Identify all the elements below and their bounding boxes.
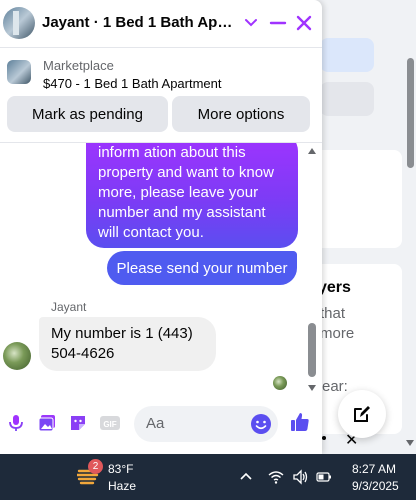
sticker-icon[interactable] (68, 413, 88, 433)
chevron-up-icon[interactable] (238, 469, 254, 485)
mark-as-pending-button[interactable]: Mark as pending (7, 96, 168, 132)
background-text-3: ear: (322, 378, 348, 395)
svg-text:GIF: GIF (103, 420, 116, 429)
background-button-secondary[interactable] (320, 82, 374, 116)
scroll-down-arrow-icon[interactable] (308, 385, 316, 391)
message-input[interactable]: Aa (134, 406, 278, 442)
message-line: property and want to know (98, 164, 274, 181)
chat-window: Jayant · 1 Bed 1 Bath Apart… Marketplace… (0, 0, 322, 454)
listing-avatar[interactable] (3, 7, 35, 39)
chat-scrollbar-thumb[interactable] (308, 323, 316, 377)
background-button-primary[interactable] (320, 38, 374, 72)
background-card (312, 150, 402, 248)
scroll-down-arrow-icon[interactable] (406, 440, 414, 446)
message-line: inform ation about this (98, 144, 246, 161)
background-text-1: that (320, 305, 346, 322)
background-text-2: more (320, 325, 355, 342)
chat-title[interactable]: Jayant · 1 Bed 1 Bath Apart… (42, 14, 238, 31)
message-line: 504-4626 (51, 345, 115, 362)
listing-info[interactable]: Marketplace $470 - 1 Bed 1 Bath Apartmen… (0, 49, 322, 93)
gif-icon[interactable]: GIF (99, 413, 121, 433)
chat-scrollbar[interactable] (306, 143, 318, 398)
background-dot (322, 436, 326, 440)
minimize-icon[interactable] (269, 14, 287, 32)
sender-name: Jayant (51, 300, 87, 314)
message-list[interactable]: inform ation about this property and wan… (0, 143, 322, 398)
listing-marketplace-label: Marketplace (43, 58, 114, 73)
more-options-button[interactable]: More options (172, 96, 310, 132)
photo-icon[interactable] (37, 413, 57, 433)
listing-title: $470 - 1 Bed 1 Bath Apartment (43, 76, 222, 91)
outgoing-message: inform ation about this property and wan… (86, 143, 298, 248)
message-input-placeholder: Aa (146, 415, 165, 432)
message-line: more, please leave your (98, 184, 259, 201)
page-scrollbar[interactable] (404, 0, 416, 454)
clock-date[interactable]: 9/3/2025 (352, 479, 399, 493)
outgoing-message: Please send your number (107, 251, 297, 285)
compose-icon (354, 406, 370, 422)
new-message-button[interactable] (338, 390, 386, 438)
wifi-icon[interactable] (268, 469, 284, 485)
composer: GIF Aa (0, 398, 322, 454)
listing-actions: Mark as pending More options (0, 96, 322, 136)
message-line: number and my assistant (98, 204, 266, 221)
thumbs-up-icon[interactable] (289, 411, 311, 433)
taskbar: 2 83°F Haze 8:27 AM 9/3/2025 (0, 454, 416, 500)
message-line: will contact you. (98, 224, 204, 241)
emoji-icon[interactable] (250, 413, 272, 435)
close-icon[interactable] (295, 14, 313, 32)
listing-thumbnail (7, 60, 31, 84)
microphone-icon[interactable] (6, 413, 26, 433)
clock-time[interactable]: 8:27 AM (352, 462, 396, 476)
weather-condition[interactable]: Haze (108, 479, 136, 493)
background-heading: yers (318, 279, 351, 296)
chat-header: Jayant · 1 Bed 1 Bath Apart… (0, 0, 322, 48)
chevron-down-icon[interactable] (243, 14, 259, 30)
battery-icon[interactable] (316, 469, 332, 485)
incoming-message: My number is 1 (443) 504-4626 (39, 317, 216, 371)
message-line: My number is 1 (443) (51, 325, 193, 342)
seen-indicator-avatar (273, 376, 287, 390)
notification-badge: 2 (88, 459, 103, 474)
page-scrollbar-thumb[interactable] (407, 58, 414, 168)
weather-temperature[interactable]: 83°F (108, 462, 133, 476)
scroll-up-arrow-icon[interactable] (308, 148, 316, 154)
avatar[interactable] (3, 342, 31, 370)
volume-icon[interactable] (292, 469, 308, 485)
